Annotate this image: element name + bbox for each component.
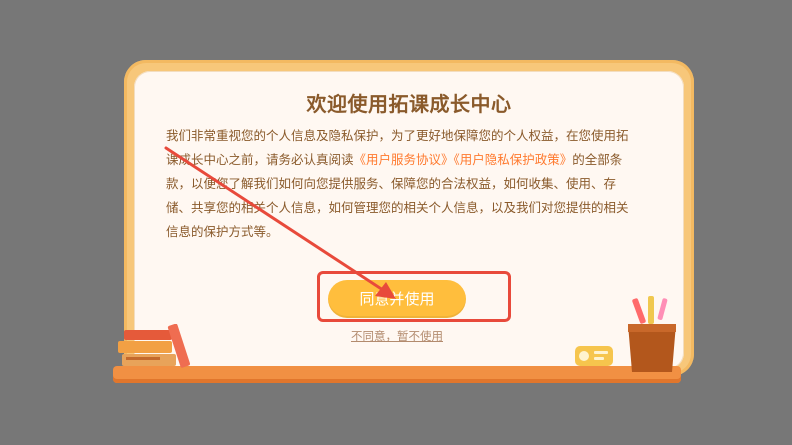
dialog-title: 欢迎使用拓课成长中心 bbox=[306, 92, 512, 116]
privacy-notice-text: 我们非常重视您的个人信息及隐私保护，为了更好地保障您的个人权益，在您使用拓课成长… bbox=[166, 124, 636, 244]
agree-and-use-button[interactable]: 同意并使用 bbox=[328, 280, 466, 318]
decline-button[interactable]: 不同意，暂不使用 bbox=[344, 328, 450, 344]
pencil-cup-icon bbox=[628, 296, 676, 372]
privacy-policy-link[interactable]: 《用户隐私保护政策》 bbox=[454, 152, 573, 167]
radio-icon bbox=[575, 346, 613, 366]
books-icon bbox=[118, 324, 190, 368]
service-agreement-link[interactable]: 《用户服务协议》 bbox=[354, 152, 454, 167]
